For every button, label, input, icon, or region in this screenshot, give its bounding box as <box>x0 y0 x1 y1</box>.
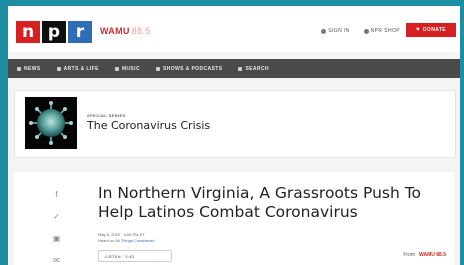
station-name: WAMU <box>100 26 130 36</box>
share-rail: f ✓ ▣ ✉ <box>52 190 61 265</box>
logo-letter-r: r <box>68 21 92 43</box>
nav-label: ARTS & LIFE <box>63 65 99 72</box>
listen-label: LISTEN · 3:43 <box>105 253 135 259</box>
twitter-icon[interactable]: ✓ <box>52 212 61 221</box>
user-icon <box>321 28 327 34</box>
special-series-banner[interactable]: SPECIAL SERIES The Coronavirus Crisis <box>14 90 456 158</box>
npr-shop-link[interactable]: NPR SHOP <box>363 28 400 34</box>
article-date: May 8, 2020 · 4:06 PM ET <box>98 232 145 237</box>
nav-label: SHOWS & PODCASTS <box>162 65 223 72</box>
heard-prefix: Heard on <box>98 238 116 243</box>
credit-station[interactable]: WAMU 88.5 <box>419 252 446 258</box>
donate-button[interactable]: ♥ DONATE <box>406 23 456 37</box>
coronavirus-image <box>25 97 77 149</box>
sign-in-label: SIGN IN <box>328 28 350 34</box>
donate-label: DONATE <box>422 27 447 33</box>
station-credit: From WAMU 88.5 <box>403 252 446 258</box>
logo-letter-p: p <box>42 21 66 43</box>
news-icon <box>17 66 21 71</box>
heard-show-link[interactable]: All Things Considered <box>115 238 154 243</box>
series-kicker: SPECIAL SERIES <box>87 113 126 118</box>
flipboard-icon[interactable]: ▣ <box>52 234 61 243</box>
nav-label: MUSIC <box>121 65 140 72</box>
article: f ✓ ▣ ✉ In Northern Virginia, A Grassroo… <box>14 172 454 265</box>
nav-label: NEWS <box>24 65 41 72</box>
logo-letter-n: n <box>16 21 40 43</box>
listen-button[interactable]: LISTEN · 3:43 <box>98 250 172 262</box>
podcasts-icon <box>155 66 160 71</box>
nav-item-news[interactable]: NEWS <box>17 66 41 72</box>
shop-icon <box>363 28 369 34</box>
station-logo[interactable]: WAMU 88.5 <box>100 26 150 36</box>
npr-shop-label: NPR SHOP <box>370 28 400 34</box>
nav-item-arts-life[interactable]: ARTS & LIFE <box>56 65 99 72</box>
nav-item-shows-podcasts[interactable]: SHOWS & PODCASTS <box>155 65 223 72</box>
header-actions: SIGN IN NPR SHOP <box>321 28 400 34</box>
browser-page: n p r WAMU 88.5 SIGN IN NPR SHOP ♥ DONATE… <box>8 6 460 265</box>
nav-item-search[interactable]: SEARCH <box>238 66 269 72</box>
nav-label: SEARCH <box>245 65 269 72</box>
sign-in-link[interactable]: SIGN IN <box>321 28 349 34</box>
station-frequency: 88.5 <box>131 26 151 36</box>
main-nav: NEWS ARTS & LIFE MUSIC SHOWS & PODCASTS … <box>8 59 460 78</box>
email-icon[interactable]: ✉ <box>52 256 61 265</box>
arts-icon <box>56 66 61 71</box>
nav-item-music[interactable]: MUSIC <box>114 65 140 72</box>
music-icon <box>114 66 119 71</box>
credit-prefix: From <box>403 252 416 258</box>
series-title[interactable]: The Coronavirus Crisis <box>87 119 210 132</box>
search-icon <box>238 66 243 71</box>
article-headline: In Northern Virginia, A Grassroots Push … <box>98 184 422 221</box>
npr-logo[interactable]: n p r <box>16 21 92 43</box>
site-header: n p r WAMU 88.5 SIGN IN NPR SHOP ♥ DONATE <box>8 6 460 52</box>
facebook-icon[interactable]: f <box>52 190 61 199</box>
heart-icon: ♥ <box>415 27 420 33</box>
heard-on: Heard on All Things Considered <box>98 238 154 243</box>
